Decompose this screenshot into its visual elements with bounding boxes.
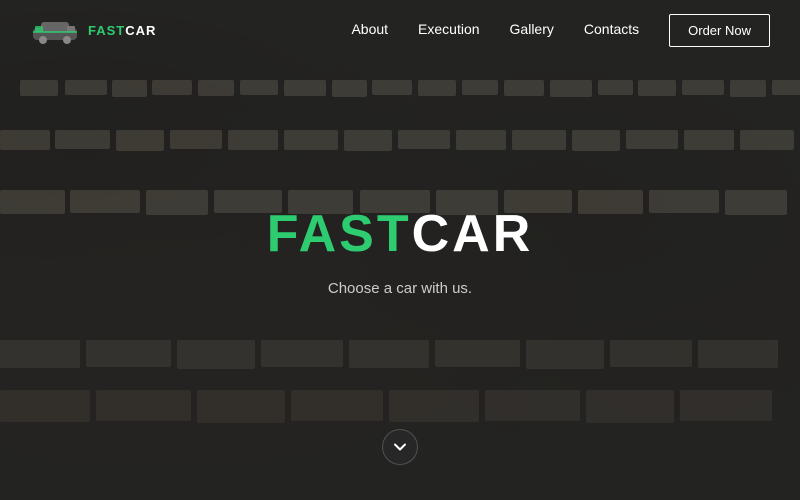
hero-subtitle: Choose a car with us. xyxy=(328,280,472,297)
scroll-down-button[interactable] xyxy=(382,429,418,465)
logo-text: FASTCAR xyxy=(88,23,156,38)
nav-link-contacts[interactable]: Contacts xyxy=(584,21,639,37)
nav-link-about[interactable]: About xyxy=(351,21,388,37)
chevron-down-icon xyxy=(393,440,407,454)
nav-item-gallery[interactable]: Gallery xyxy=(510,21,554,39)
nav-link-gallery[interactable]: Gallery xyxy=(510,21,554,37)
navbar: FASTCAR About Execution Gallery Contacts… xyxy=(0,0,800,60)
hero-title: FASTCAR xyxy=(267,204,534,264)
nav-item-execution[interactable]: Execution xyxy=(418,21,479,39)
hero-title-car: CAR xyxy=(412,205,534,263)
logo-fast: FAST xyxy=(88,23,125,38)
hero-section: FASTCAR About Execution Gallery Contacts… xyxy=(0,0,800,500)
nav-link-execution[interactable]: Execution xyxy=(418,21,479,37)
hero-title-fast: FAST xyxy=(267,205,412,263)
logo-icon xyxy=(30,13,80,48)
logo[interactable]: FASTCAR xyxy=(30,13,156,48)
logo-car: CAR xyxy=(125,23,156,38)
nav-links: About Execution Gallery Contacts xyxy=(351,21,639,39)
order-now-button[interactable]: Order Now xyxy=(669,14,770,47)
nav-item-about[interactable]: About xyxy=(351,21,388,39)
nav-item-contacts[interactable]: Contacts xyxy=(584,21,639,39)
hero-content: FASTCAR Choose a car with us. xyxy=(267,204,534,297)
